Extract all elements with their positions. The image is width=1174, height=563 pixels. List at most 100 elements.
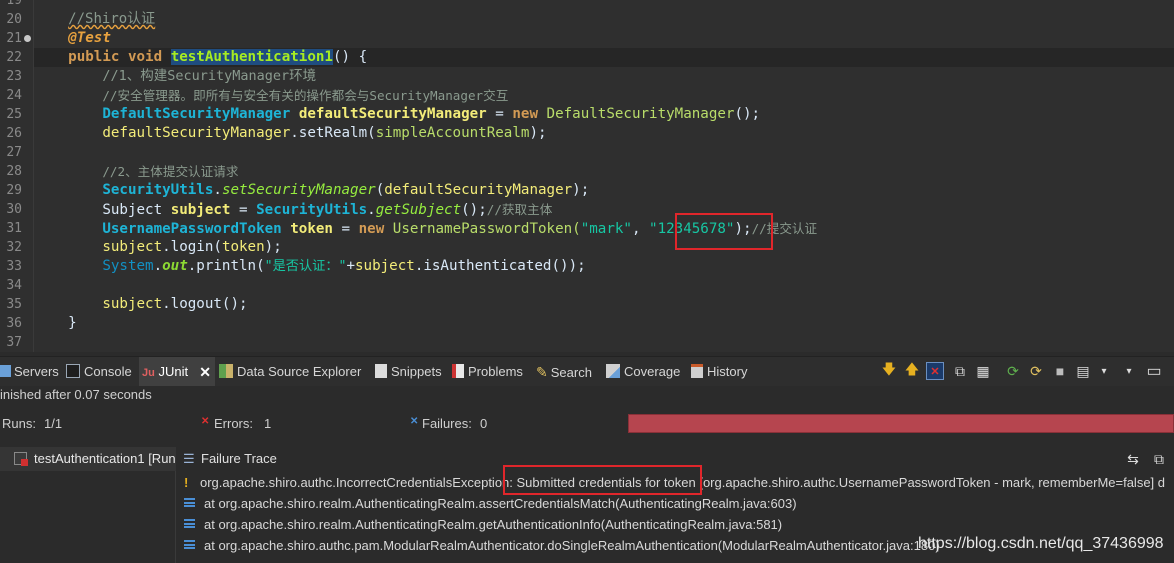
code-text: .isAuthenticated xyxy=(414,258,552,274)
line-number: 31 xyxy=(6,221,22,236)
tab-label: JUnit xyxy=(158,364,189,379)
runs-label: Runs: xyxy=(2,416,36,431)
stack-frame-icon xyxy=(184,498,195,507)
line-number: 20 xyxy=(6,12,22,27)
code-line-35[interactable]: subject.logout(); xyxy=(34,295,248,314)
line-number: 22 xyxy=(6,50,22,65)
variable: defaultSecurityManager xyxy=(102,125,291,141)
history-dropdown-icon[interactable]: ▾ xyxy=(1095,362,1113,380)
code-text: } xyxy=(68,315,77,331)
skipped-tests-icon[interactable]: ⧉ xyxy=(951,362,969,380)
tab-label: Servers xyxy=(14,364,59,379)
test-tree[interactable]: testAuthentication1 [Run xyxy=(0,447,176,563)
keyword: void xyxy=(127,49,163,65)
test-tree-item[interactable]: testAuthentication1 [Run xyxy=(0,447,176,471)
previous-failure-icon[interactable]: 🡅 xyxy=(903,361,921,380)
code-text: ); xyxy=(572,182,590,198)
code-text: .logout(); xyxy=(162,296,248,312)
line-number: 25 xyxy=(6,107,22,122)
close-icon[interactable]: ✕ xyxy=(199,357,211,387)
code-text: ( xyxy=(375,182,385,198)
code-line-20[interactable]: //Shiro认证 xyxy=(34,10,155,29)
fold-marker-icon[interactable] xyxy=(24,35,31,42)
tab-search[interactable]: ✎ Search xyxy=(536,357,600,387)
comment: //提交认证 xyxy=(751,221,818,236)
show-failures-only-icon[interactable]: ✕ xyxy=(926,362,944,380)
trace-line[interactable]: at org.apache.shiro.realm.Authenticating… xyxy=(177,514,782,535)
code-line-33[interactable]: System.out.println("是否认证："+subject.isAut… xyxy=(34,257,586,276)
errors-value: 1 xyxy=(264,416,272,431)
tab-label: Search xyxy=(550,365,592,380)
line-number: 21 xyxy=(6,31,22,46)
tab-data-source-explorer[interactable]: Data Source Explorer xyxy=(219,357,369,387)
line-number: 23 xyxy=(6,69,22,84)
line-number: 19 xyxy=(6,0,22,8)
tab-snippets[interactable]: Snippets xyxy=(375,357,447,387)
code-line-21[interactable]: @Test xyxy=(34,29,111,48)
code-text: (); xyxy=(734,106,761,122)
code-text: ); xyxy=(734,221,752,237)
trace-line[interactable]: at org.apache.shiro.realm.Authenticating… xyxy=(177,493,797,514)
code-line-23[interactable]: //1、构建SecurityManager环境 xyxy=(34,67,316,86)
tab-label: Console xyxy=(84,364,132,379)
test-error-icon xyxy=(14,452,28,466)
line-number: 34 xyxy=(6,278,22,293)
code-text: (); xyxy=(461,202,487,218)
code-line-36[interactable]: } xyxy=(34,314,77,333)
code-text: = xyxy=(486,106,513,122)
line-number: 30 xyxy=(6,202,22,217)
code-text: .setRealm( xyxy=(290,125,376,141)
tab-history[interactable]: History xyxy=(691,357,753,387)
view-menu-icon[interactable]: ▾ xyxy=(1120,362,1138,380)
junit-icon: Ju xyxy=(142,367,155,379)
code-text: , xyxy=(631,221,650,237)
line-number: 36 xyxy=(6,316,22,331)
code-line-28[interactable]: //2、主体提交认证请求 xyxy=(34,162,238,181)
line-number: 33 xyxy=(6,259,22,274)
code-line-29[interactable]: SecurityUtils.setSecurityManager(default… xyxy=(34,181,589,200)
test-name: testAuthentication1 [Run xyxy=(34,451,176,466)
coverage-icon xyxy=(606,364,620,378)
tab-servers[interactable]: Servers xyxy=(0,357,62,387)
tab-console[interactable]: Console xyxy=(66,357,138,387)
rerun-failed-first-icon[interactable]: ⟳ xyxy=(1027,362,1045,380)
code-line-24[interactable]: //安全管理器。即所有与安全有关的操作都会与SecurityManager交互 xyxy=(34,86,508,105)
code-text: . xyxy=(213,182,222,198)
code-line-22[interactable]: public void testAuthentication1() { xyxy=(34,48,367,67)
static-method: getSubject xyxy=(375,202,462,218)
rerun-test-icon[interactable]: ⟳ xyxy=(1004,362,1022,380)
tab-problems[interactable]: Problems xyxy=(452,357,530,387)
line-number: 26 xyxy=(6,126,22,141)
compare-result-icon[interactable]: ⧉ xyxy=(1150,450,1168,468)
annotation: @Test xyxy=(68,30,111,46)
next-failure-icon[interactable]: 🡇 xyxy=(880,361,898,380)
filter-stack-icon[interactable]: ⇆ xyxy=(1124,450,1142,468)
code-text: + xyxy=(346,258,356,274)
line-number: 29 xyxy=(6,183,22,198)
code-text: ()); xyxy=(551,258,586,274)
tab-junit[interactable]: Ju JUnit ✕ xyxy=(139,357,215,387)
variable: subject xyxy=(102,239,163,255)
code-text: .login( xyxy=(162,239,222,255)
stop-icon[interactable]: ■ xyxy=(1051,362,1069,380)
comment: //获取主体 xyxy=(486,202,553,217)
scroll-lock-icon[interactable]: ▦ xyxy=(974,362,992,380)
test-run-history-icon[interactable]: ▤ xyxy=(1074,362,1092,380)
method-name: testAuthentication1 xyxy=(170,49,333,65)
watermark: https://blog.csdn.net/qq_37436998 xyxy=(918,535,1164,552)
trace-line[interactable]: at org.apache.shiro.authc.pam.ModularRea… xyxy=(177,535,940,556)
type-name: UsernamePasswordToken xyxy=(102,221,282,237)
snippets-icon xyxy=(375,364,387,378)
variable: defaultSecurityManager xyxy=(384,182,573,198)
code-line-32[interactable]: subject.login(token); xyxy=(34,238,281,257)
code-line-31[interactable]: UsernamePasswordToken token = new Userna… xyxy=(34,219,817,238)
trace-line[interactable]: ! org.apache.shiro.authc.IncorrectCredent… xyxy=(177,472,1165,493)
variable: simpleAccountRealm xyxy=(375,125,530,141)
minimize-icon[interactable]: ▭ xyxy=(1145,362,1163,380)
tab-coverage[interactable]: Coverage xyxy=(606,357,686,387)
code-line-25[interactable]: DefaultSecurityManager defaultSecurityMa… xyxy=(34,105,760,124)
code-line-26[interactable]: defaultSecurityManager.setRealm(simpleAc… xyxy=(34,124,546,143)
code-editor[interactable]: 19 20 21 22 23 24 25 26 27 28 29 30 31 3… xyxy=(0,0,1174,352)
line-number: 24 xyxy=(6,88,22,103)
code-line-30[interactable]: Subject subject = SecurityUtils.getSubje… xyxy=(34,200,552,219)
